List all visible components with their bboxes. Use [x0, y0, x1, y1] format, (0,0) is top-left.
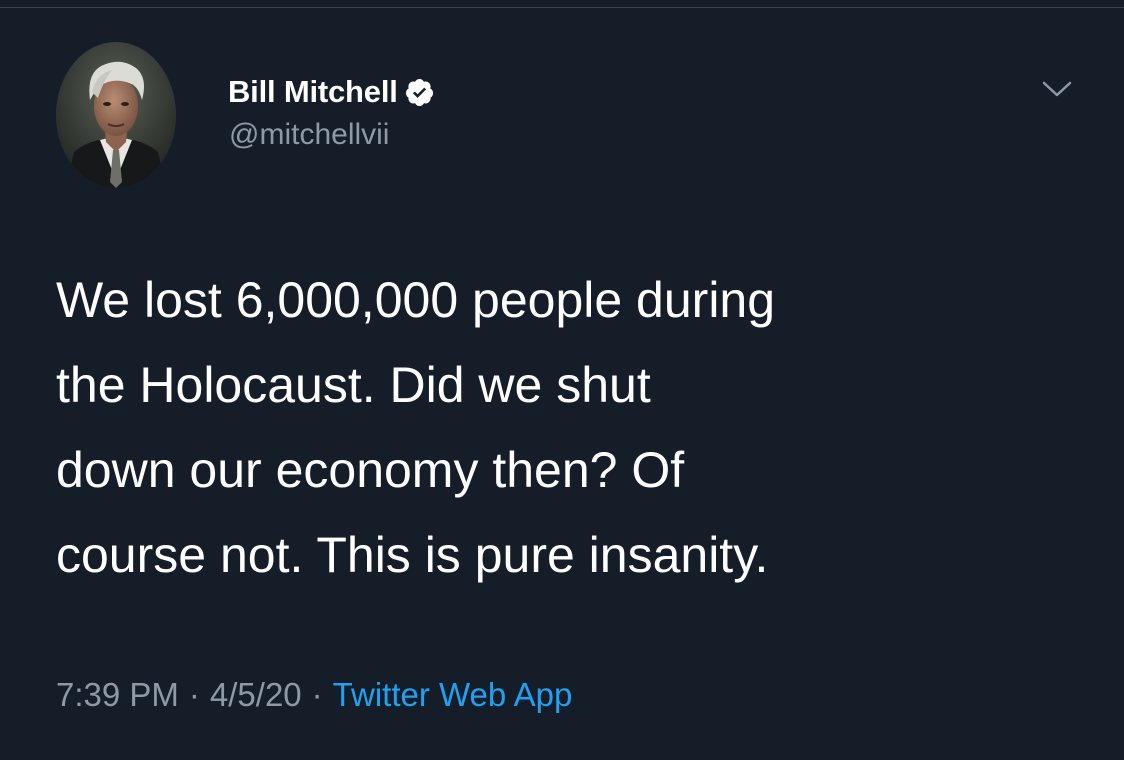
display-name[interactable]: Bill Mitchell [228, 74, 398, 110]
author-handle[interactable]: @mitchellvii [229, 118, 389, 152]
tweet-date[interactable]: 4/5/20 [210, 676, 302, 714]
tweet-meta: 7:39 PM · 4/5/20 · Twitter Web App [56, 672, 572, 718]
meta-separator: · [188, 676, 200, 713]
avatar[interactable] [56, 42, 176, 188]
meta-separator: · [311, 676, 323, 713]
tweet-text-line: We lost 6,000,000 people during [56, 272, 776, 328]
tweet-source-link[interactable]: Twitter Web App [333, 676, 573, 714]
tweet-text-line: down our economy then? Of [56, 442, 685, 498]
avatar-photo [56, 42, 176, 188]
author-row: Bill Mitchell [228, 72, 435, 112]
tweet-card: Bill Mitchell @mitchellvii We lost 6,000… [0, 0, 1124, 760]
verified-badge-icon [404, 77, 435, 108]
tweet-text-line: course not. This is pure insanity. [56, 527, 769, 583]
tweet-text-line: the Holocaust. Did we shut [56, 357, 651, 413]
tweet-time[interactable]: 7:39 PM [56, 676, 179, 714]
chevron-down-icon[interactable] [1040, 76, 1074, 102]
tweet-text: We lost 6,000,000 people during the Holo… [56, 258, 1056, 598]
